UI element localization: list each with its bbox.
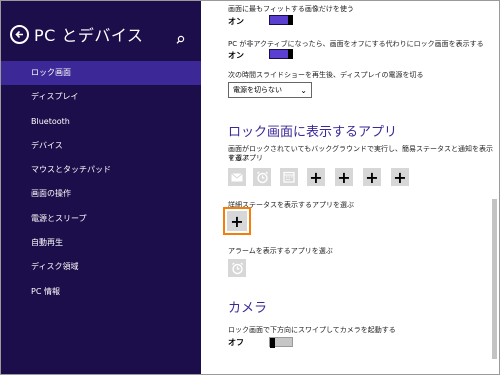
sidebar-item-power-sleep[interactable]: 電源とスリープ: [1, 207, 201, 231]
fit-image-state: オン: [228, 17, 244, 26]
alarm-clock-icon: [231, 262, 243, 274]
add-app-button-4[interactable]: +: [391, 168, 409, 187]
alarm-display-app-button[interactable]: [228, 259, 246, 277]
slideshow-label: 次の時間スライドショーを再生後、ディスプレイの電源を切る: [228, 71, 424, 79]
calendar-app-button[interactable]: [280, 168, 298, 186]
alarm-label: アラームを表示するアプリを選ぶ: [228, 247, 333, 255]
alarm-clock-icon: [256, 171, 268, 183]
camera-toggle[interactable]: [269, 337, 293, 348]
search-icon[interactable]: [176, 29, 185, 48]
inactive-state: オン: [228, 51, 244, 60]
sidebar: PC とデバイス ロック画面 ディスプレイ Bluetooth デバイス マウス…: [1, 1, 201, 374]
scrollbar[interactable]: [492, 199, 497, 359]
slideshow-select-value: 電源を切らない: [233, 86, 282, 94]
sidebar-item-display[interactable]: ディスプレイ: [1, 85, 201, 109]
add-app-button-1[interactable]: +: [307, 168, 325, 187]
sidebar-item-mouse-touchpad[interactable]: マウスとタッチパッド: [1, 158, 201, 182]
inactive-label: PC が非アクティブになったら、画面をオフにする代わりにロック画面を表示する: [228, 40, 484, 48]
fit-image-toggle[interactable]: [269, 15, 293, 25]
inactive-toggle[interactable]: [269, 49, 293, 59]
plus-icon: +: [227, 211, 247, 231]
sidebar-item-screen-ops[interactable]: 画面の操作: [1, 182, 201, 206]
sidebar-nav: ロック画面 ディスプレイ Bluetooth デバイス マウスとタッチパッド 画…: [1, 61, 201, 304]
sidebar-item-disk-space[interactable]: ディスク領域: [1, 255, 201, 279]
back-arrow-icon[interactable]: [10, 25, 29, 44]
slideshow-select[interactable]: 電源を切らない ⌄: [228, 82, 312, 98]
sidebar-item-devices[interactable]: デバイス: [1, 134, 201, 158]
add-app-button-3[interactable]: +: [363, 168, 381, 187]
page-title: PC とデバイス: [34, 26, 144, 45]
detail-status-add-button[interactable]: +: [223, 207, 251, 235]
apps-description-line2: を選ぶ: [228, 154, 249, 162]
apps-description-line1: 画面がロックされていてもバックグラウンドで実行し、簡易ステータスと通知を表示する…: [228, 145, 493, 162]
mail-icon: [231, 172, 243, 181]
sidebar-item-bluetooth[interactable]: Bluetooth: [1, 110, 201, 134]
mail-app-button[interactable]: [228, 168, 246, 186]
camera-label: ロック画面で下方向にスワイプしてカメラを起動する: [228, 326, 396, 334]
sidebar-item-autoplay[interactable]: 自動再生: [1, 231, 201, 255]
calendar-icon: [283, 171, 295, 183]
camera-heading: カメラ: [228, 301, 268, 316]
camera-state: オフ: [228, 338, 244, 347]
settings-content: 画面に最もフィットする画像だけを使う オン PC が非アクティブになったら、画面…: [201, 1, 499, 374]
sidebar-item-pc-info[interactable]: PC 情報: [1, 280, 201, 304]
settings-window: PC とデバイス ロック画面 ディスプレイ Bluetooth デバイス マウス…: [0, 0, 500, 375]
chevron-down-icon: ⌄: [300, 86, 307, 95]
add-app-button-2[interactable]: +: [335, 168, 353, 187]
apps-heading: ロック画面に表示するアプリ: [228, 125, 398, 140]
alarm-app-button[interactable]: [253, 168, 271, 186]
fit-image-label: 画面に最もフィットする画像だけを使う: [228, 5, 354, 13]
sidebar-item-lock-screen[interactable]: ロック画面: [1, 61, 201, 86]
